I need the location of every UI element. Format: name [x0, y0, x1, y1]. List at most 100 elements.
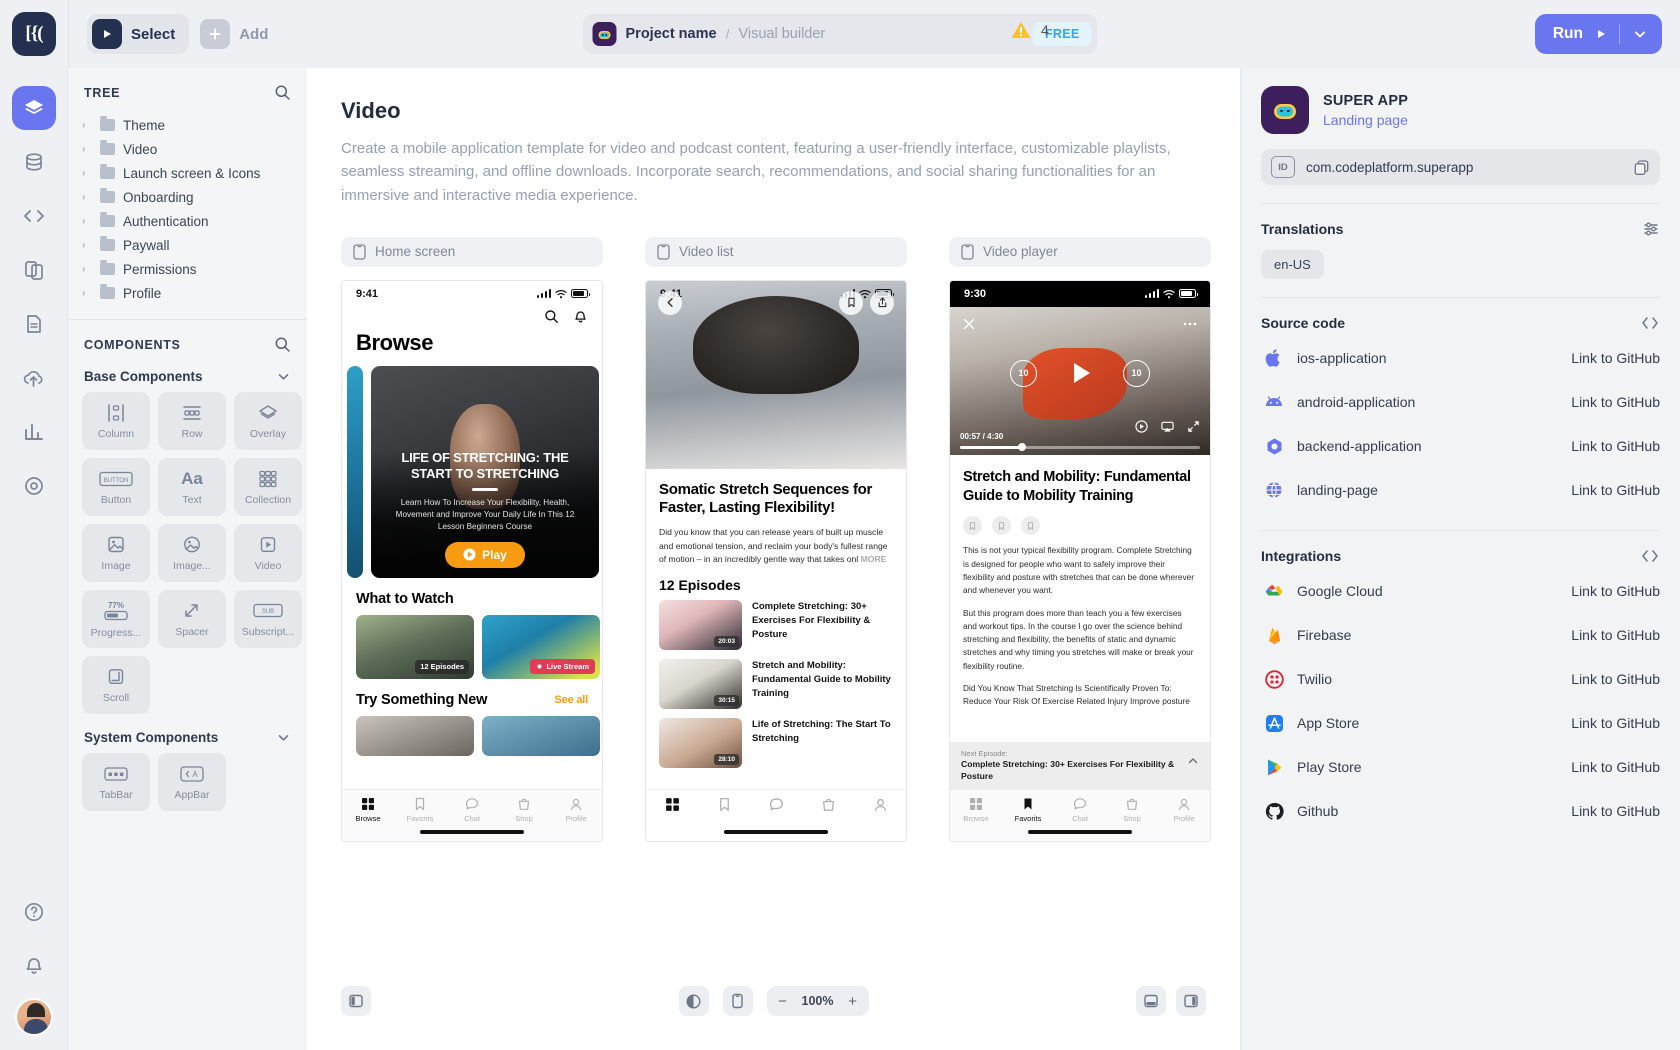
integration-link[interactable]: Link to GitHub — [1571, 803, 1660, 819]
next-episode-bar[interactable]: Next Episode: Complete Stretching: 30+ E… — [950, 742, 1210, 789]
tab-shop[interactable] — [802, 797, 854, 812]
add-tool-button[interactable]: Add — [195, 14, 282, 54]
tab-chat[interactable]: Chat — [1054, 797, 1106, 823]
episode-row[interactable]: 30:15 Stretch and Mobility: Fundamental … — [646, 659, 906, 718]
source-code-row-landing[interactable]: landing-page Link to GitHub — [1241, 468, 1680, 512]
progress-slider[interactable] — [960, 446, 1200, 449]
tab-browse[interactable] — [646, 797, 698, 812]
tab-shop[interactable]: Shop — [1106, 797, 1158, 823]
search-icon[interactable] — [274, 84, 291, 101]
rail-item-notifications[interactable] — [12, 944, 56, 988]
component-video[interactable]: Video — [234, 524, 302, 582]
more-link[interactable]: MORE — [861, 554, 887, 564]
search-icon[interactable] — [274, 336, 291, 353]
tree-item-authentication[interactable]: › Authentication — [68, 209, 307, 233]
integration-row-twilio[interactable]: Twilio Link to GitHub — [1241, 657, 1680, 701]
rail-item-layers[interactable] — [12, 86, 56, 130]
source-code-row-android[interactable]: android-application Link to GitHub — [1241, 380, 1680, 424]
zoom-in-button[interactable]: + — [841, 989, 865, 1013]
select-tool-button[interactable]: Select — [87, 14, 189, 54]
tree-item-video[interactable]: › Video — [68, 137, 307, 161]
tree-item-permissions[interactable]: › Permissions — [68, 257, 307, 281]
component-row[interactable]: Row — [158, 392, 226, 450]
source-code-row-backend[interactable]: backend-application Link to GitHub — [1241, 424, 1680, 468]
see-all-link[interactable]: See all — [555, 694, 588, 706]
hero-card-peek[interactable] — [347, 366, 363, 578]
play-icon[interactable] — [1065, 358, 1095, 388]
progress-knob[interactable] — [1018, 443, 1026, 451]
code-icon[interactable] — [1640, 314, 1660, 332]
integration-row-github[interactable]: Github Link to GitHub — [1241, 789, 1680, 833]
component-overlay[interactable]: Overlay — [234, 392, 302, 450]
screen-tab-home[interactable]: Home screen — [341, 237, 603, 267]
tab-profile[interactable] — [854, 797, 906, 812]
thumb-card[interactable] — [482, 716, 600, 756]
hero-card[interactable]: LIFE OF STRETCHING: THE START TO STRETCH… — [371, 366, 599, 578]
phone-home-screen[interactable]: 9:41 Browse — [341, 280, 603, 842]
language-chip-en-us[interactable]: en-US — [1261, 250, 1324, 279]
screen-tab-video-list[interactable]: Video list — [645, 237, 907, 267]
integration-row-google-cloud[interactable]: Google Cloud Link to GitHub — [1241, 569, 1680, 613]
skip-back-button[interactable]: 10 — [1010, 360, 1037, 387]
more-options-icon[interactable] — [1182, 317, 1198, 331]
rail-item-code[interactable] — [12, 194, 56, 238]
device-preview-button[interactable] — [723, 986, 753, 1016]
source-code-link[interactable]: Link to GitHub — [1571, 482, 1660, 498]
copy-icon[interactable] — [1633, 159, 1650, 176]
integration-link[interactable]: Link to GitHub — [1571, 759, 1660, 775]
toggle-right-panel-button[interactable] — [1176, 986, 1206, 1016]
settings-sliders-icon[interactable] — [1642, 220, 1660, 238]
code-icon[interactable] — [1640, 547, 1660, 565]
screen-tab-video-player[interactable]: Video player — [949, 237, 1211, 267]
components-group-system[interactable]: System Components — [68, 724, 307, 753]
close-icon[interactable] — [962, 317, 976, 331]
component-spacer[interactable]: Spacer — [158, 590, 226, 648]
integration-link[interactable]: Link to GitHub — [1571, 627, 1660, 643]
toggle-left-panel-button[interactable] — [341, 986, 371, 1016]
rail-item-database[interactable] — [12, 140, 56, 184]
thumb-card[interactable] — [356, 716, 474, 756]
integration-link[interactable]: Link to GitHub — [1571, 671, 1660, 687]
integration-link[interactable]: Link to GitHub — [1571, 583, 1660, 599]
phone-video-list[interactable]: 9:41 — [645, 280, 907, 842]
source-code-row-ios[interactable]: ios-application Link to GitHub — [1241, 336, 1680, 380]
bell-icon[interactable] — [573, 309, 588, 324]
zoom-out-button[interactable]: − — [771, 989, 795, 1013]
share-button[interactable] — [1021, 516, 1040, 535]
tab-favorits[interactable]: Favorits — [394, 797, 446, 823]
rail-item-document[interactable] — [12, 302, 56, 346]
skip-forward-button[interactable]: 10 — [1123, 360, 1150, 387]
thumb-card[interactable]: Live Stream — [482, 615, 600, 679]
component-button[interactable]: BUTTON Button — [82, 458, 150, 516]
component-appbar[interactable]: A AppBar — [158, 753, 226, 811]
integration-row-firebase[interactable]: Firebase Link to GitHub — [1241, 613, 1680, 657]
app-landing-link[interactable]: Landing page — [1323, 112, 1408, 128]
rail-item-analytics[interactable] — [12, 410, 56, 454]
play-button[interactable]: Play — [445, 542, 525, 568]
component-image[interactable]: Image — [82, 524, 150, 582]
component-subscription[interactable]: SUB Subscript... — [234, 590, 302, 648]
back-button[interactable] — [658, 291, 682, 315]
rail-item-target[interactable] — [12, 464, 56, 508]
tab-profile[interactable]: Profile — [550, 797, 602, 823]
component-collection[interactable]: Collection — [234, 458, 302, 516]
search-icon[interactable] — [544, 309, 559, 324]
component-image-circle[interactable]: Image... — [158, 524, 226, 582]
warnings-indicator[interactable]: 4 — [1010, 20, 1049, 40]
component-scroll[interactable]: Scroll — [82, 656, 150, 714]
chevron-down-icon[interactable] — [1632, 26, 1648, 42]
tree-item-profile[interactable]: › Profile — [68, 281, 307, 305]
integration-link[interactable]: Link to GitHub — [1571, 715, 1660, 731]
rail-item-upload[interactable] — [12, 356, 56, 400]
zoom-value[interactable]: 100% — [799, 994, 837, 1008]
tree-item-theme[interactable]: › Theme — [68, 113, 307, 137]
theme-toggle-button[interactable] — [679, 986, 709, 1016]
episode-row[interactable]: 28:10 Life of Stretching: The Start To S… — [646, 718, 906, 777]
source-code-link[interactable]: Link to GitHub — [1571, 350, 1660, 366]
component-tabbar[interactable]: TabBar — [82, 753, 150, 811]
source-code-link[interactable]: Link to GitHub — [1571, 438, 1660, 454]
tab-chat[interactable] — [750, 797, 802, 812]
tree-item-paywall[interactable]: › Paywall — [68, 233, 307, 257]
tab-browse[interactable]: Browse — [342, 797, 394, 823]
episode-row[interactable]: 20:03 Complete Stretching: 30+ Exercises… — [646, 600, 906, 659]
